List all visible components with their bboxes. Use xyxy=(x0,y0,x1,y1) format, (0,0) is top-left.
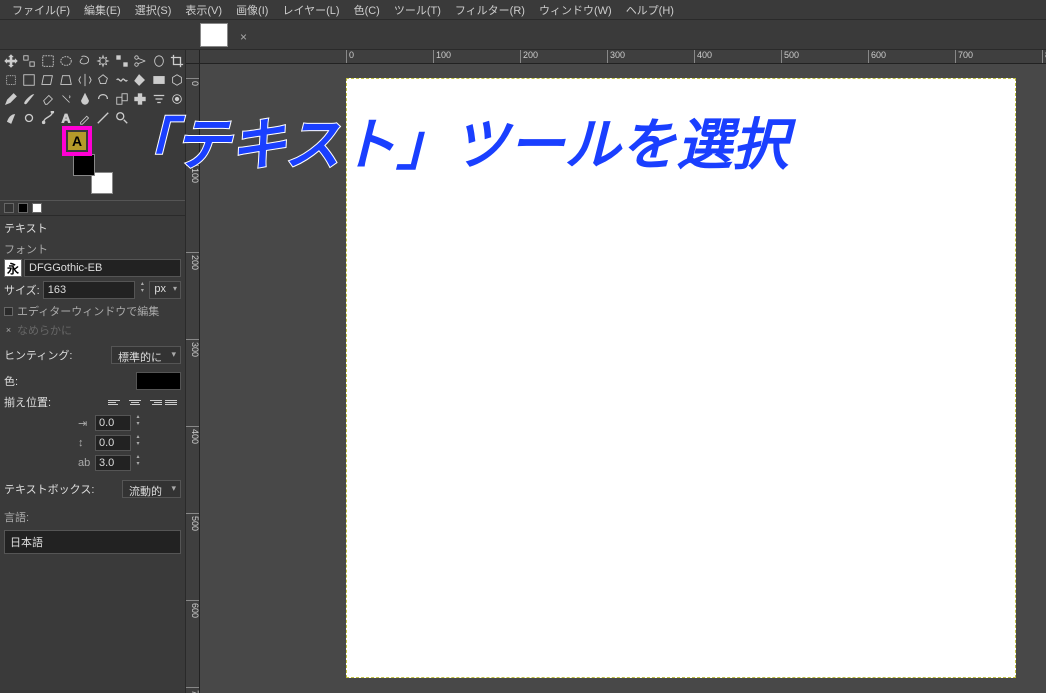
dodge-icon[interactable] xyxy=(21,109,38,126)
indent-icon: ⇥ xyxy=(78,417,92,430)
document-tab-bar: × xyxy=(0,20,1046,50)
menu-color[interactable]: 色(C) xyxy=(348,0,386,20)
panel-tab-icon[interactable] xyxy=(4,203,14,213)
line-spacing-icon: ↕ xyxy=(78,437,92,449)
bucket-icon[interactable] xyxy=(132,71,149,88)
line-spacing-spinner[interactable]: ▴▾ xyxy=(134,434,142,452)
align-tool-icon[interactable] xyxy=(21,52,38,69)
tab-close-icon[interactable]: × xyxy=(240,30,250,40)
foreground-select-icon[interactable] xyxy=(150,52,167,69)
tool-options-title: テキスト xyxy=(4,218,181,238)
tool-options-panel: テキスト フォント 永 DFGGothic-EB サイズ: 163 ▴▾ px … xyxy=(0,216,185,693)
airbrush-icon[interactable] xyxy=(58,90,75,107)
align-right-icon[interactable] xyxy=(146,395,162,409)
menu-window[interactable]: ウィンドウ(W) xyxy=(533,0,618,20)
svg-text:A: A xyxy=(62,111,71,125)
flip-icon[interactable] xyxy=(76,71,93,88)
textbox-label: テキストボックス: xyxy=(4,481,94,497)
menu-view[interactable]: 表示(V) xyxy=(179,0,228,20)
align-center-icon[interactable] xyxy=(127,395,143,409)
warp-icon[interactable] xyxy=(113,71,130,88)
font-preview-icon[interactable]: 永 xyxy=(4,259,22,277)
fuzzy-select-icon[interactable] xyxy=(95,52,112,69)
font-label: フォント xyxy=(4,238,181,259)
menu-layer[interactable]: レイヤー(L) xyxy=(276,0,345,20)
path-icon[interactable] xyxy=(39,109,56,126)
annotation-caption: 「テキスト」ツールを選択 xyxy=(118,100,788,181)
tab-thumbnail[interactable] xyxy=(200,23,228,47)
antialias-checkbox[interactable]: × xyxy=(4,326,13,335)
scissors-icon[interactable] xyxy=(132,52,149,69)
cage-icon[interactable] xyxy=(95,71,112,88)
editor-window-checkbox[interactable] xyxy=(4,307,13,316)
align-justify-icon[interactable] xyxy=(165,395,181,409)
ruler-corner xyxy=(186,50,200,64)
smudge-icon[interactable] xyxy=(2,109,19,126)
ruler-horizontal[interactable]: 0100200300400500600700800900 xyxy=(200,50,1046,64)
text-color-button[interactable] xyxy=(136,372,181,390)
editor-window-label: エディターウィンドウで編集 xyxy=(17,303,159,319)
measure-icon[interactable] xyxy=(95,109,112,126)
panel-tabs xyxy=(0,200,185,216)
move-tool-icon[interactable] xyxy=(2,52,19,69)
foreground-color[interactable] xyxy=(73,154,95,176)
text-tool-icon[interactable]: A xyxy=(58,109,75,126)
lasso-icon[interactable] xyxy=(76,52,93,69)
menu-bar: ファイル(F) 編集(E) 選択(S) 表示(V) 画像(I) レイヤー(L) … xyxy=(0,0,1046,20)
size-label: サイズ: xyxy=(4,282,40,298)
scale-icon[interactable] xyxy=(21,71,38,88)
shear-icon[interactable] xyxy=(39,71,56,88)
size-spinner[interactable]: ▴▾ xyxy=(138,281,146,299)
indent-input[interactable]: 0.0 xyxy=(95,415,131,431)
menu-image[interactable]: 画像(I) xyxy=(230,0,274,20)
menu-file[interactable]: ファイル(F) xyxy=(6,0,76,20)
language-label: 言語: xyxy=(4,506,181,527)
menu-select[interactable]: 選択(S) xyxy=(129,0,178,20)
color-label: 色: xyxy=(4,373,18,389)
crop-icon[interactable] xyxy=(169,52,186,69)
color-select-icon[interactable] xyxy=(113,52,130,69)
pencil-icon[interactable] xyxy=(2,90,19,107)
annotation-highlight-box: A xyxy=(62,126,92,156)
justify-label: 揃え位置: xyxy=(4,394,51,410)
size-input[interactable]: 163 xyxy=(43,281,136,299)
menu-tools[interactable]: ツール(T) xyxy=(388,0,447,20)
menu-help[interactable]: ヘルプ(H) xyxy=(620,0,680,20)
textbox-mode-select[interactable]: 流動的 xyxy=(122,480,181,498)
antialias-label: なめらかに xyxy=(17,322,72,338)
line-spacing-input[interactable]: 0.0 xyxy=(95,435,131,451)
perspective-icon[interactable] xyxy=(58,71,75,88)
letter-spacing-icon: ab xyxy=(78,457,92,469)
panel-tab-icon[interactable] xyxy=(32,203,42,213)
mypaint-icon[interactable] xyxy=(95,90,112,107)
hinting-label: ヒンティング: xyxy=(4,347,72,363)
ellipse-select-icon[interactable] xyxy=(58,52,75,69)
letter-spacing-input[interactable]: 3.0 xyxy=(95,455,131,471)
color-swatches xyxy=(73,154,113,194)
color-picker-icon[interactable] xyxy=(76,109,93,126)
transform-3d-icon[interactable] xyxy=(169,71,186,88)
eraser-icon[interactable] xyxy=(39,90,56,107)
letter-spacing-spinner[interactable]: ▴▾ xyxy=(134,454,142,472)
rect-select-icon[interactable] xyxy=(39,52,56,69)
menu-filter[interactable]: フィルター(R) xyxy=(449,0,531,20)
rotate-icon[interactable] xyxy=(2,71,19,88)
brush-icon[interactable] xyxy=(21,90,38,107)
language-field[interactable]: 日本語 xyxy=(4,530,181,554)
font-name-field[interactable]: DFGGothic-EB xyxy=(24,259,181,277)
indent-spinner[interactable]: ▴▾ xyxy=(134,414,142,432)
ink-icon[interactable] xyxy=(76,90,93,107)
panel-tab-icon[interactable] xyxy=(18,203,28,213)
hinting-select[interactable]: 標準的に xyxy=(111,346,181,364)
align-left-icon[interactable] xyxy=(108,395,124,409)
text-tool-letter-icon: A xyxy=(68,132,86,150)
size-unit-select[interactable]: px xyxy=(149,281,181,299)
menu-edit[interactable]: 編集(E) xyxy=(78,0,127,20)
gradient-icon[interactable] xyxy=(150,71,167,88)
